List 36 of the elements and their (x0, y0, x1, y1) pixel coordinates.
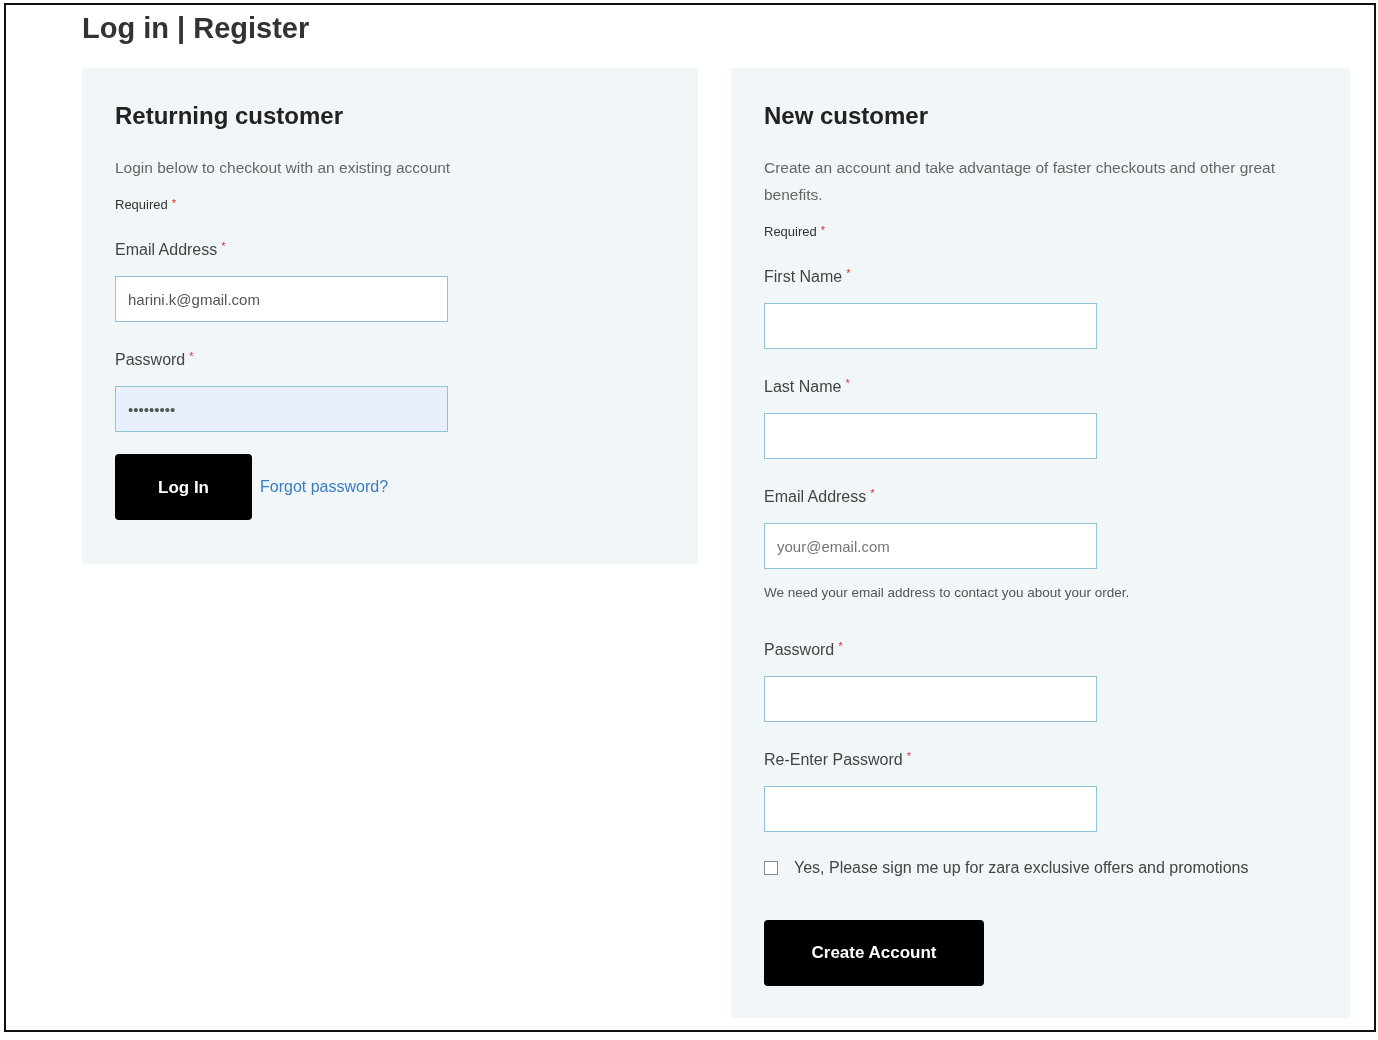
panel-heading: Returning customer (115, 100, 345, 131)
page-title: Log in | Register (82, 11, 311, 46)
field-label: Re-Enter Password (764, 749, 903, 770)
required-asterisk: * (820, 222, 826, 238)
field-label: Email Address (764, 487, 867, 508)
panel-heading: New customer (764, 100, 930, 131)
required-note: Required (764, 222, 817, 241)
input-field[interactable]: your@email.com (764, 523, 1097, 570)
field-label: Password (764, 639, 835, 660)
input-field[interactable] (764, 675, 1097, 722)
checkbox-label: Yes, Please sign me up for zara exclusive offers and promotions (794, 857, 1249, 878)
required-asterisk: * (838, 638, 843, 654)
panel-description: Create an account and take advantage of faster checkouts and other great benefits. (764, 157, 1276, 205)
required-note: Required (115, 195, 168, 214)
required-asterisk: * (845, 376, 850, 392)
required-asterisk: * (846, 266, 851, 282)
input-field[interactable]: ••••••••• (115, 386, 448, 433)
forgot-password-link[interactable]: Forgot password? (260, 475, 389, 500)
field-label: Email Address (115, 240, 218, 261)
required-asterisk: * (171, 195, 177, 211)
input-field[interactable] (764, 303, 1097, 350)
field-label: Password (115, 350, 186, 371)
input-field[interactable] (764, 413, 1097, 460)
input-field[interactable] (764, 785, 1097, 832)
login-button[interactable]: Log In (115, 454, 252, 521)
required-asterisk: * (870, 486, 875, 502)
help-text: We need your email address to contact you about your order. (764, 584, 1131, 603)
create-account-button[interactable]: Create Account (764, 919, 984, 986)
required-asterisk: * (189, 349, 194, 365)
field-label: First Name (764, 267, 843, 288)
required-asterisk: * (221, 239, 226, 255)
required-asterisk: * (906, 748, 911, 764)
checkbox[interactable] (764, 860, 778, 875)
panel-description: Login below to checkout with an existing account (115, 157, 452, 178)
field-label: Last Name (764, 377, 842, 398)
input-field[interactable]: harini.k@gmail.com (115, 276, 448, 323)
